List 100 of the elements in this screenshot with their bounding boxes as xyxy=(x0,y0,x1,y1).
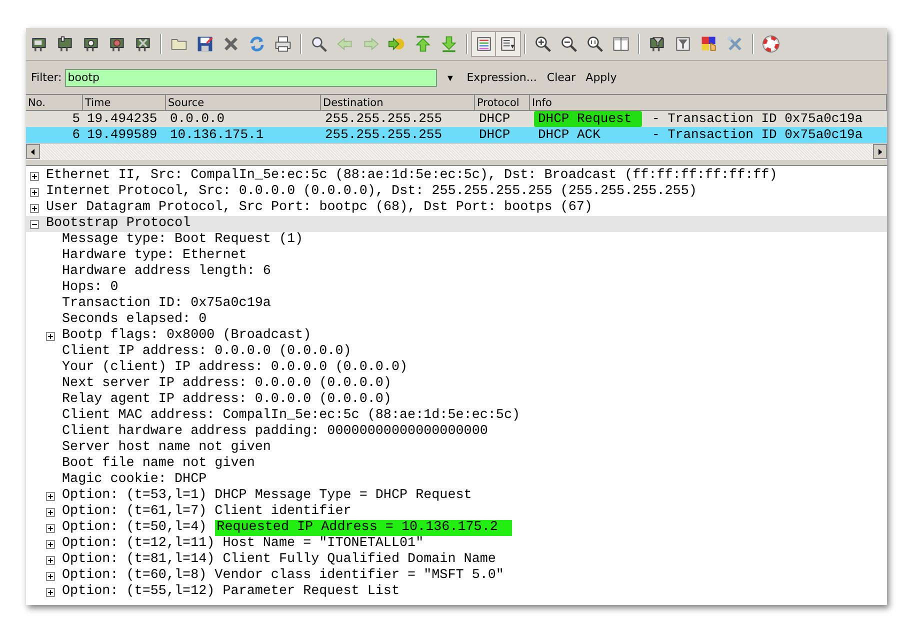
colored-list-icon xyxy=(475,35,493,53)
close-icon[interactable] xyxy=(222,35,240,53)
expander-icon[interactable] xyxy=(30,220,41,228)
filter-button[interactable]: Apply xyxy=(580,71,622,84)
tree-row[interactable]: Option: (t=60,l=8) Vendor class identifier = "MSFT 5.0" xyxy=(26,568,887,584)
table-cell-text: DHCP xyxy=(478,111,512,127)
packet-row[interactable]: 5 19.494235 0.0.0.0 255.255.255.255 DHCP DHCP Request - Transaction ID 0x75a0c19a xyxy=(26,111,887,127)
tree-row[interactable]: Client IP address: 0.0.0.0 (0.0.0.0) xyxy=(26,344,887,360)
tree-row[interactable]: Seconds elapsed: 0 xyxy=(26,312,887,328)
info-text: - Transaction ID 0x75a0c19a xyxy=(652,127,863,143)
tree-row[interactable]: Relay agent IP address: 0.0.0.0 (0.0.0.0) xyxy=(26,392,887,408)
right-arrow-icon xyxy=(877,148,883,154)
tree-row[interactable]: Transaction ID: 0x75a0c19a xyxy=(26,296,887,312)
expander-icon[interactable] xyxy=(46,572,57,580)
field-text: Transaction ID: 0x75a0c19a xyxy=(62,296,271,312)
search-icon[interactable] xyxy=(310,35,328,53)
tree-row[interactable]: Server host name not given xyxy=(26,440,887,456)
tree-row[interactable]: Bootp flags: 0x8000 (Broadcast) xyxy=(26,328,887,344)
expander-icon[interactable] xyxy=(46,524,57,532)
tree-row[interactable]: Internet Protocol, Src: 0.0.0.0 (0.0.0.0), Dst: 255.255.255.255 (255.255.255.255) xyxy=(26,184,887,200)
tree-row[interactable]: Client MAC address: CompalIn_5e:ec:5c (88:ae:1d:5e:ec:5c) xyxy=(26,408,887,424)
printer-icon[interactable] xyxy=(274,35,292,53)
field-text: Message type: Boot Request (1) xyxy=(62,232,304,248)
tree-row[interactable]: Message type: Boot Request (1) xyxy=(26,232,887,248)
table-cell-text: 255.255.255.255 xyxy=(324,111,444,127)
scroll-left-button[interactable] xyxy=(26,144,40,159)
expander-icon[interactable] xyxy=(46,556,57,564)
table-cell-text: 255.255.255.255 xyxy=(324,127,444,143)
field-text: Boot file name not given xyxy=(62,456,255,472)
filter-button[interactable]: Expression... xyxy=(462,71,542,84)
tree-row[interactable]: Option: (t=50,l=4) Requested IP Address = 10.136.175.2 xyxy=(26,520,887,536)
network-card-icon[interactable] xyxy=(56,35,74,53)
table-cell-text: 10.136.175.1 xyxy=(169,127,265,143)
network-card-icon[interactable] xyxy=(82,35,100,53)
info-text: DHCP ACK xyxy=(537,127,602,143)
filter-field[interactable]: bootp xyxy=(64,68,437,86)
network-card-icon[interactable] xyxy=(108,35,126,53)
field-text: Bootstrap Protocol xyxy=(46,216,191,232)
field-text: Magic cookie: DHCP xyxy=(62,472,207,488)
horizontal-scrollbar[interactable] xyxy=(26,143,887,160)
expander-icon[interactable] xyxy=(30,188,41,196)
network-card-icon[interactable] xyxy=(134,35,152,53)
tree-row[interactable]: Boot file name not given xyxy=(26,456,887,472)
toggle-button[interactable] xyxy=(495,31,521,57)
list-scroll-icon xyxy=(499,35,517,53)
tree-row[interactable]: Option: (t=55,l=12) Parameter Request List xyxy=(26,584,887,600)
dropdown-button[interactable]: ▼ xyxy=(442,72,458,82)
field-text: User Datagram Protocol, Src Port: bootpc (68), Dst Port: bootps (67) xyxy=(46,200,592,216)
tree-row[interactable]: Ethernet II, Src: CompalIn_5e:ec:5c (88:ae:1d:5e:ec:5c), Dst: Broadcast (ff:ff:ff:ff:ff:ff) xyxy=(26,168,887,184)
columns-icon[interactable] xyxy=(612,35,630,53)
field-text: Ethernet II, Src: CompalIn_5e:ec:5c (88:ae:1d:5e:ec:5c), Dst: Broadcast (ff:ff:ff:ff:ff:ff) xyxy=(46,168,778,184)
tree-row[interactable]: Option: (t=81,l=14) Client Fully Qualified Domain Name xyxy=(26,552,887,568)
expander-icon[interactable] xyxy=(30,172,41,180)
tree-row[interactable]: Hops: 0 xyxy=(26,280,887,296)
field-text: Hops: 0 xyxy=(62,280,118,296)
field-text: Client hardware address padding: 00000000000000000000 xyxy=(62,424,488,440)
tree-row[interactable]: Bootstrap Protocol xyxy=(26,216,887,232)
tree-row[interactable]: Magic cookie: DHCP xyxy=(26,472,887,488)
tree-row[interactable]: Option: (t=53,l=1) DHCP Message Type = DHCP Request xyxy=(26,488,887,504)
expander-icon[interactable] xyxy=(46,540,57,548)
color-palette-icon[interactable] xyxy=(700,35,718,53)
field-text: Bootp flags: 0x8000 (Broadcast) xyxy=(62,328,312,344)
tree-row[interactable]: Your (client) IP address: 0.0.0.0 (0.0.0.0) xyxy=(26,360,887,376)
zoom-out-icon[interactable] xyxy=(560,35,578,53)
expander-icon[interactable] xyxy=(30,204,41,212)
expander-icon[interactable] xyxy=(46,492,57,500)
field-text: Option: (t=55,l=12) Parameter Request List xyxy=(62,584,400,600)
table-cell-text: DHCP xyxy=(478,127,512,143)
expander-icon[interactable] xyxy=(46,508,57,516)
lifebuoy-icon[interactable] xyxy=(762,35,780,53)
field-text: Relay agent IP address: 0.0.0.0 (0.0.0.0) xyxy=(62,392,392,408)
table-cell-text: 0.0.0.0 xyxy=(169,111,226,127)
tree-row[interactable]: Hardware address length: 6 xyxy=(26,264,887,280)
tree-row[interactable]: Hardware type: Ethernet xyxy=(26,248,887,264)
tree-row[interactable]: Next server IP address: 0.0.0.0 (0.0.0.0) xyxy=(26,376,887,392)
tree-row[interactable]: Client hardware address padding: 00000000000000000000 xyxy=(26,424,887,440)
funnel-icon[interactable] xyxy=(674,35,692,53)
network-card-icon[interactable] xyxy=(30,35,48,53)
tree-row[interactable]: Option: (t=61,l=7) Client identifier xyxy=(26,504,887,520)
expander-icon[interactable] xyxy=(46,332,57,340)
toggle-button[interactable] xyxy=(471,31,497,57)
field-text: Option: (t=61,l=7) Client identifier xyxy=(62,504,352,520)
field-text: Your (client) IP address: 0.0.0.0 (0.0.0.0) xyxy=(62,360,408,376)
field-text: Internet Protocol, Src: 0.0.0.0 (0.0.0.0), Dst: 255.255.255.255 (255.255.255.255) xyxy=(46,184,697,200)
field-text: Option: (t=53,l=1) DHCP Message Type = DHCP Request xyxy=(62,488,472,504)
highlighted-text: Requested IP Address = 10.136.175.2 xyxy=(214,520,512,536)
info-text: - Transaction ID 0x75a0c19a xyxy=(652,111,863,127)
card-filter-icon[interactable] xyxy=(648,35,666,53)
expander-icon[interactable] xyxy=(46,588,57,596)
field-text: Hardware type: Ethernet xyxy=(62,248,247,264)
jump-arrow-icon[interactable] xyxy=(388,35,406,53)
packet-row[interactable]: 6 19.499589 10.136.175.1 255.255.255.255 DHCP DHCP ACK - Transaction ID 0x75a0c19a xyxy=(26,127,887,143)
table-cell-text: 19.494235 xyxy=(86,111,158,127)
zoom-in-icon[interactable] xyxy=(534,35,552,53)
filter-button[interactable]: Clear xyxy=(542,71,581,84)
zoom-reset-icon[interactable] xyxy=(586,35,604,53)
field-text: Seconds elapsed: 0 xyxy=(62,312,207,328)
tree-row[interactable]: User Datagram Protocol, Src Port: bootpc (68), Dst Port: bootps (67) xyxy=(26,200,887,216)
scroll-right-button[interactable] xyxy=(873,144,887,159)
tree-row[interactable]: Option: (t=12,l=11) Host Name = "ITONETALL01" xyxy=(26,536,887,552)
